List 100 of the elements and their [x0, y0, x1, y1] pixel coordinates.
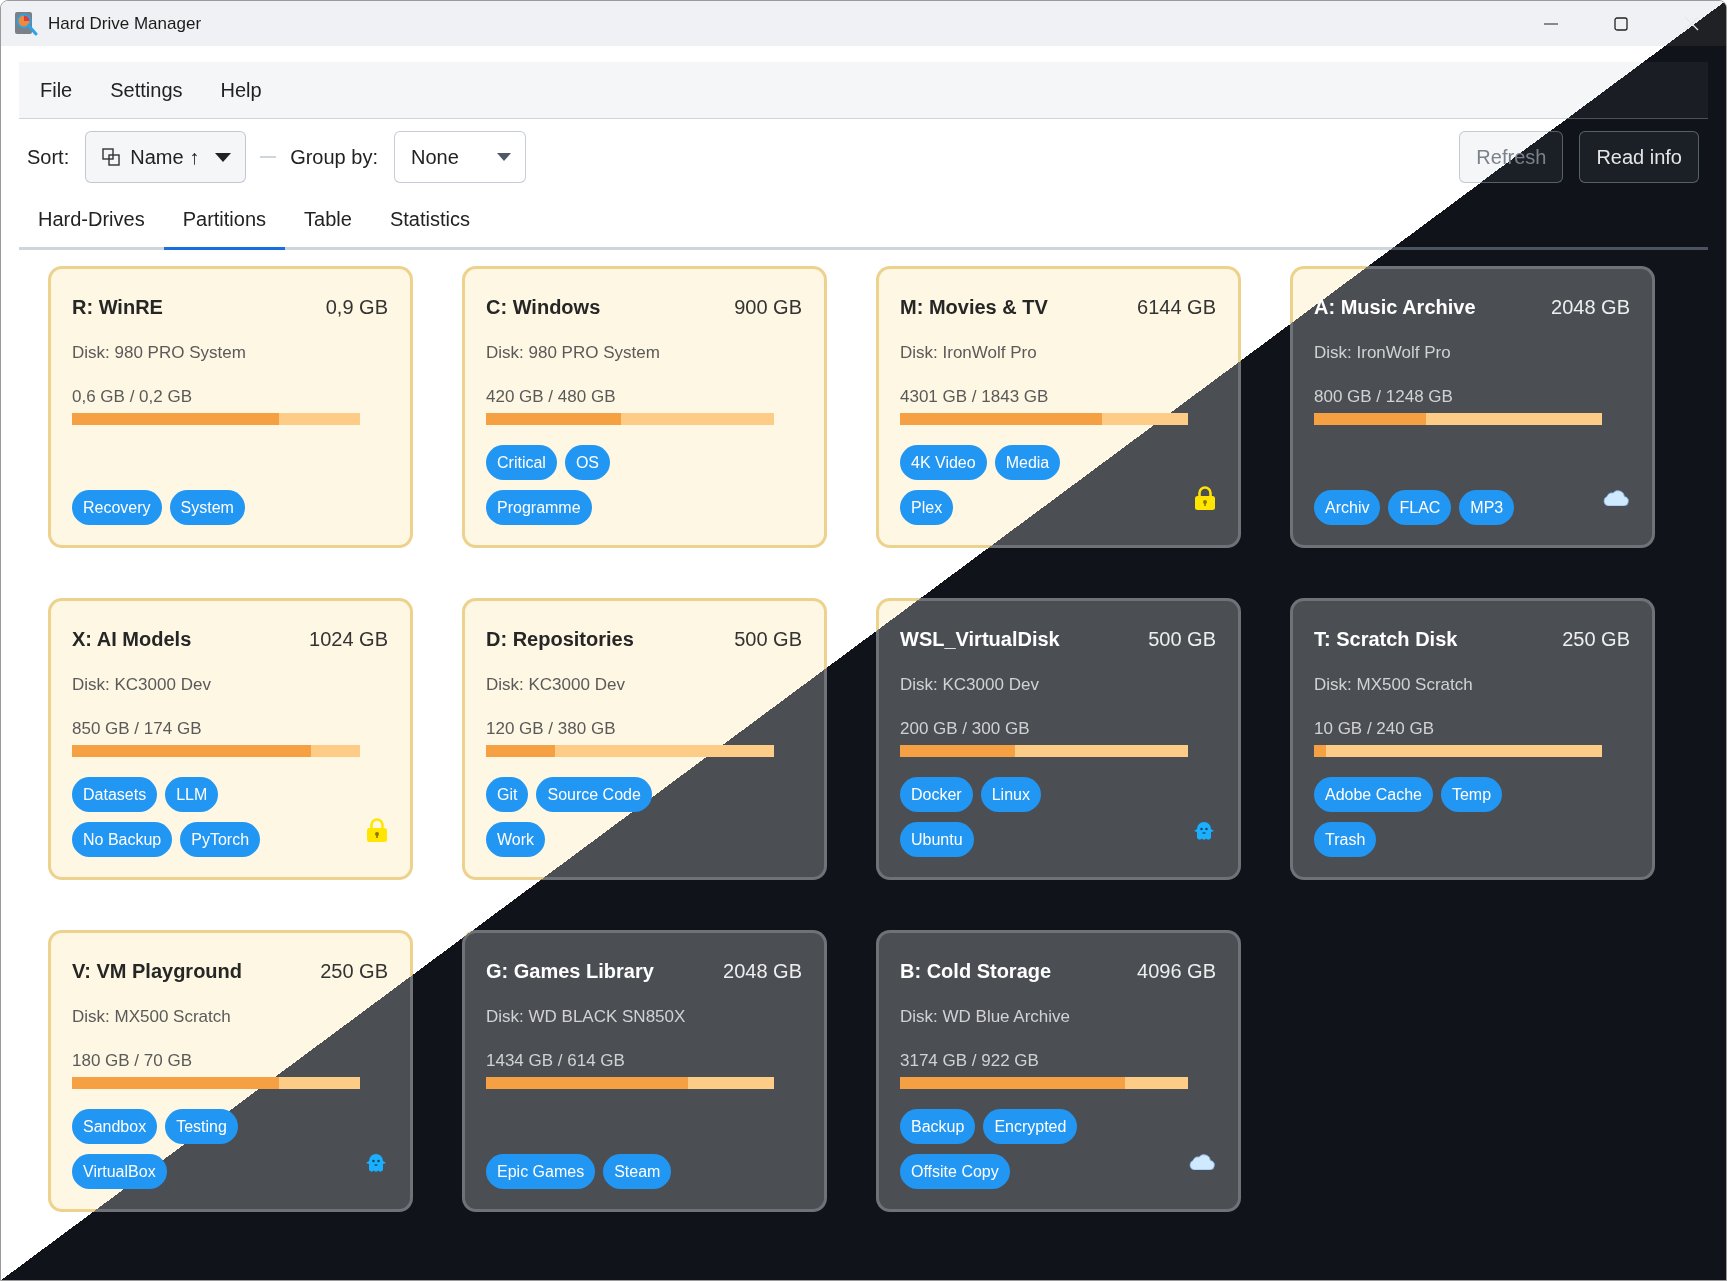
menu-item[interactable]: Help — [201, 75, 281, 105]
close-icon — [1683, 16, 1699, 31]
partition-size: 500 GB — [734, 627, 802, 652]
tab[interactable]: Hard-Drives — [19, 191, 164, 250]
tag: Work — [486, 822, 546, 857]
tag: 4K Video — [900, 445, 987, 480]
tag: Sandbox — [72, 1109, 158, 1144]
partition-size: 1024 GB — [309, 627, 388, 652]
tag: FLAC — [1388, 490, 1452, 525]
menu-item[interactable]: Settings — [91, 75, 202, 105]
tag: Linux — [980, 777, 1041, 812]
usage-text: 10 GB / 240 GB — [1314, 717, 1434, 740]
disk-label: Disk: IronWolf Pro — [900, 342, 1037, 364]
tag: Steam — [603, 1154, 672, 1189]
tag: Encrypted — [983, 1109, 1078, 1144]
partition-size: 250 GB — [320, 959, 388, 984]
usage-text: 180 GB / 70 GB — [72, 1049, 192, 1072]
caret-icon — [215, 152, 232, 162]
cloud-icon — [1189, 1153, 1215, 1170]
tag: Trash — [1314, 822, 1377, 857]
tag: Source Code — [536, 777, 652, 812]
tag: Programme — [486, 490, 592, 525]
usage-text: 4301 GB / 1843 GB — [900, 385, 1049, 408]
usage-text: 1434 GB / 614 GB — [486, 1049, 625, 1072]
disk-label: Disk: MX500 Scratch — [1314, 674, 1473, 696]
minimize-icon — [1544, 22, 1558, 25]
maximize-icon — [1614, 16, 1628, 31]
menu-item[interactable]: File — [21, 75, 92, 105]
tab[interactable]: Statistics — [370, 191, 489, 250]
partition-name: M: Movies & TV — [900, 295, 1048, 320]
tag: Offsite Copy — [900, 1154, 1010, 1189]
partition-name: T: Scratch Disk — [1314, 627, 1458, 652]
tag: Recovery — [72, 490, 162, 525]
tag: Archiv — [1314, 490, 1381, 525]
partition-name: B: Cold Storage — [900, 959, 1052, 984]
partition-name: G: Games Library — [486, 959, 654, 984]
tag: Epic Games — [486, 1154, 596, 1189]
group-by-dropdown[interactable]: None — [394, 131, 526, 183]
disk-label: Disk: WD BLACK SN850X — [486, 1006, 686, 1028]
caret-icon — [496, 153, 511, 161]
disk-label: Disk: KC3000 Dev — [72, 674, 211, 696]
partition-size: 250 GB — [1562, 627, 1630, 652]
tag: Plex — [900, 490, 954, 525]
usage-text: 800 GB / 1248 GB — [1314, 385, 1453, 408]
tag: Datasets — [72, 777, 158, 812]
overlapping-squares-icon — [102, 148, 121, 166]
partition-name: D: Repositories — [486, 627, 634, 652]
disk-label: Disk: WD Blue Archive — [900, 1006, 1071, 1028]
partition-name: WSL_VirtualDisk — [900, 627, 1060, 652]
usage-text: 3174 GB / 922 GB — [900, 1049, 1039, 1072]
tag: System — [169, 490, 245, 525]
tag: No Backup — [72, 822, 173, 857]
disk-label: Disk: KC3000 Dev — [486, 674, 625, 696]
lock-icon — [1195, 485, 1215, 510]
sort-label: Sort: — [27, 145, 70, 170]
partition-size: 2048 GB — [1551, 295, 1630, 320]
tag: PyTorch — [180, 822, 261, 857]
tag: Critical — [486, 445, 557, 480]
magnifier-icon — [14, 10, 38, 37]
partition-size: 6144 GB — [1137, 295, 1216, 320]
tag: LLM — [165, 777, 219, 812]
tag: Adobe Cache — [1314, 777, 1433, 812]
disk-label: Disk: KC3000 Dev — [900, 674, 1039, 696]
disk-label: Disk: IronWolf Pro — [1314, 342, 1451, 364]
disk-label: Disk: MX500 Scratch — [72, 1006, 231, 1028]
tag: Docker — [900, 777, 973, 812]
tag: VirtualBox — [72, 1154, 167, 1189]
tag: Media — [994, 445, 1061, 480]
lock-icon — [367, 817, 387, 842]
tag: Ubuntu — [900, 822, 974, 857]
partition-name: V: VM Playground — [72, 959, 243, 984]
tab[interactable]: Table — [285, 191, 371, 250]
usage-text: 200 GB / 300 GB — [900, 717, 1030, 740]
disk-label: Disk: 980 PRO System — [72, 342, 246, 364]
partition-name: R: WinRE — [72, 295, 163, 320]
usage-text: 420 GB / 480 GB — [486, 385, 616, 408]
partition-size: 2048 GB — [723, 959, 802, 984]
usage-text: 0,6 GB / 0,2 GB — [72, 385, 192, 408]
tag: Testing — [165, 1109, 238, 1144]
usage-text: 120 GB / 380 GB — [486, 717, 616, 740]
tag: Temp — [1440, 777, 1503, 812]
partition-name: X: AI Models — [72, 627, 192, 652]
group-by-label: Group by: — [290, 145, 378, 170]
cloud-icon — [1603, 489, 1629, 506]
partition-size: 900 GB — [734, 295, 802, 320]
disk-label: Disk: 980 PRO System — [486, 342, 660, 364]
partition-name: A: Music Archive — [1314, 295, 1476, 320]
window-title: Hard Drive Manager — [48, 12, 202, 35]
tag: OS — [564, 445, 610, 480]
tag: Git — [486, 777, 529, 812]
tab[interactable]: Partitions — [163, 191, 286, 250]
partition-size: 4096 GB — [1137, 959, 1216, 984]
tag: MP3 — [1459, 490, 1515, 525]
partition-name: C: Windows — [486, 295, 601, 320]
partition-size: 500 GB — [1148, 627, 1216, 652]
tag: Backup — [900, 1109, 976, 1144]
toolbar-button[interactable]: Read info — [1579, 131, 1699, 183]
partition-size: 0,9 GB — [325, 295, 388, 320]
usage-text: 850 GB / 174 GB — [72, 717, 202, 740]
sort-dropdown[interactable]: Name ↑ — [85, 131, 247, 183]
